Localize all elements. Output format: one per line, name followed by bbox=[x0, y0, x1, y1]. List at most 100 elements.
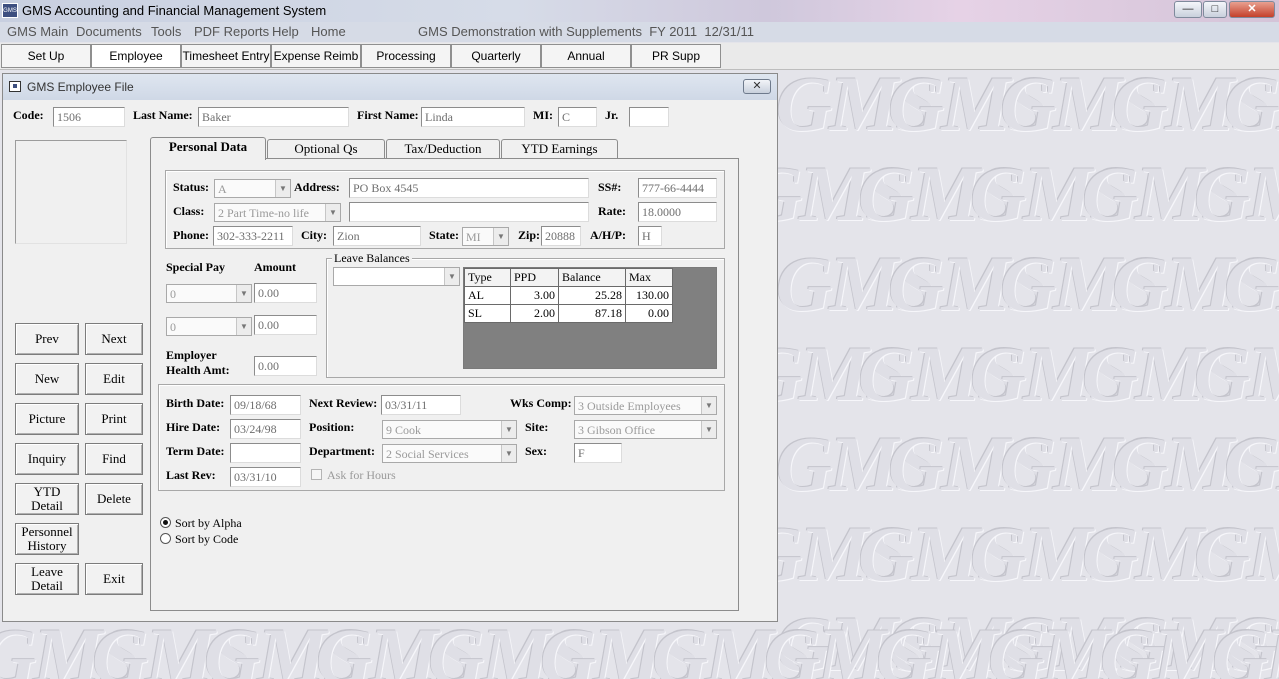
leave-detail-label-2: Detail bbox=[31, 578, 63, 593]
table-row[interactable]: AL 3.00 25.28 130.00 bbox=[464, 286, 673, 305]
picture-button[interactable]: Picture bbox=[15, 403, 79, 435]
timesheet-entry-button[interactable]: Timesheet Entry bbox=[181, 44, 271, 68]
tab-tax-deduction[interactable]: Tax/Deduction bbox=[386, 139, 500, 159]
delete-button[interactable]: Delete bbox=[85, 483, 143, 515]
new-button[interactable]: New bbox=[15, 363, 79, 395]
phone-field[interactable]: 302-333-2211 bbox=[213, 226, 293, 246]
sex-field[interactable]: F bbox=[574, 443, 622, 463]
next-review-field[interactable]: 03/31/11 bbox=[381, 395, 461, 415]
special-pay-2-dropdown[interactable]: 0 ▼ bbox=[166, 317, 252, 336]
exit-button[interactable]: Exit bbox=[85, 563, 143, 595]
phone-label: Phone: bbox=[173, 228, 209, 242]
chevron-down-icon: ▼ bbox=[493, 228, 508, 245]
status-value: A bbox=[218, 182, 227, 196]
mi-field[interactable]: C bbox=[558, 107, 597, 127]
site-dropdown[interactable]: 3 Gibson Office ▼ bbox=[574, 420, 717, 439]
menu-home[interactable]: Home bbox=[311, 24, 346, 39]
jr-label: Jr. bbox=[605, 108, 619, 122]
department-dropdown[interactable]: 2 Social Services ▼ bbox=[382, 444, 517, 463]
window-title-bar: GMS GMS Accounting and Financial Managem… bbox=[0, 0, 1279, 22]
next-button[interactable]: Next bbox=[85, 323, 143, 355]
edit-label: Edit bbox=[103, 371, 125, 386]
prev-button[interactable]: Prev bbox=[15, 323, 79, 355]
maximize-button[interactable]: □ bbox=[1203, 1, 1227, 18]
dialog-title: GMS Employee File bbox=[27, 80, 134, 94]
exit-label: Exit bbox=[103, 571, 125, 586]
annual-button[interactable]: Annual bbox=[541, 44, 631, 68]
last-rev-field[interactable]: 03/31/10 bbox=[230, 467, 301, 487]
find-button[interactable]: Find bbox=[85, 443, 143, 475]
first-name-label: First Name: bbox=[357, 108, 419, 122]
menu-documents[interactable]: Documents bbox=[76, 24, 142, 39]
employee-button[interactable]: Employee bbox=[91, 44, 181, 68]
table-row[interactable]: SL 2.00 87.18 0.00 bbox=[464, 304, 673, 323]
ask-for-hours-checkbox[interactable] bbox=[311, 469, 322, 480]
app-icon: GMS bbox=[2, 3, 18, 18]
wks-comp-dropdown[interactable]: 3 Outside Employees ▼ bbox=[574, 396, 717, 415]
quarterly-button[interactable]: Quarterly bbox=[451, 44, 541, 68]
col-max: Max bbox=[625, 268, 673, 287]
special-pay-label: Special Pay bbox=[166, 260, 225, 274]
leave-detail-label-1: Leave bbox=[31, 564, 63, 579]
print-button[interactable]: Print bbox=[85, 403, 143, 435]
hire-date-field[interactable]: 03/24/98 bbox=[230, 419, 301, 439]
term-date-field[interactable] bbox=[230, 443, 301, 463]
birth-date-field[interactable]: 09/18/68 bbox=[230, 395, 301, 415]
state-dropdown[interactable]: MI ▼ bbox=[462, 227, 509, 246]
menu-help[interactable]: Help bbox=[272, 24, 299, 39]
special-pay-1-amount[interactable]: 0.00 bbox=[254, 283, 317, 303]
menu-gms-main[interactable]: GMS Main bbox=[7, 24, 68, 39]
status-dropdown[interactable]: A ▼ bbox=[214, 179, 291, 198]
processing-button[interactable]: Processing bbox=[361, 44, 451, 68]
sort-by-alpha-radio[interactable] bbox=[160, 517, 171, 528]
rate-field[interactable]: 18.0000 bbox=[638, 202, 717, 222]
sex-label: Sex: bbox=[525, 444, 547, 458]
chevron-down-icon: ▼ bbox=[501, 421, 516, 438]
cell-ppd: 3.00 bbox=[510, 286, 559, 305]
sort-by-code-radio[interactable] bbox=[160, 533, 171, 544]
address-line1-field[interactable]: PO Box 4545 bbox=[349, 178, 589, 198]
edit-button[interactable]: Edit bbox=[85, 363, 143, 395]
site-label: Site: bbox=[525, 420, 549, 434]
menu-tools[interactable]: Tools bbox=[151, 24, 181, 39]
state-value: MI bbox=[466, 230, 481, 244]
chevron-down-icon: ▼ bbox=[275, 180, 290, 197]
pr-supp-button[interactable]: PR Supp bbox=[631, 44, 721, 68]
inquiry-button[interactable]: Inquiry bbox=[15, 443, 79, 475]
leave-type-dropdown[interactable]: ▼ bbox=[333, 267, 460, 286]
picture-label: Picture bbox=[28, 411, 66, 426]
expense-reimb-button[interactable]: Expense Reimb bbox=[271, 44, 361, 68]
menu-pdf-reports[interactable]: PDF Reports bbox=[194, 24, 269, 39]
status-label: Status: bbox=[173, 180, 210, 194]
ahp-field[interactable]: H bbox=[638, 226, 662, 246]
zip-field[interactable]: 20888 bbox=[541, 226, 581, 246]
window-icon bbox=[9, 81, 21, 92]
personnel-history-label-2: History bbox=[27, 538, 67, 553]
address-line2-field[interactable] bbox=[349, 202, 589, 222]
dialog-close-button[interactable]: ✕ bbox=[743, 79, 771, 94]
table-header-row: Type PPD Balance Max bbox=[464, 268, 673, 287]
tab-ytd-earnings[interactable]: YTD Earnings bbox=[501, 139, 618, 159]
ssn-field[interactable]: 777-66-4444 bbox=[638, 178, 717, 198]
city-field[interactable]: Zion bbox=[333, 226, 421, 246]
employer-health-amount[interactable]: 0.00 bbox=[254, 356, 317, 376]
last-rev-label: Last Rev: bbox=[166, 468, 216, 482]
minimize-button[interactable]: — bbox=[1174, 1, 1202, 18]
position-dropdown[interactable]: 9 Cook ▼ bbox=[382, 420, 517, 439]
tab-optional-qs[interactable]: Optional Qs bbox=[267, 139, 385, 159]
tab-personal-data[interactable]: Personal Data bbox=[150, 137, 266, 160]
first-name-field[interactable]: Linda bbox=[421, 107, 525, 127]
code-field[interactable]: 1506 bbox=[53, 107, 125, 127]
ask-for-hours-label: Ask for Hours bbox=[327, 468, 396, 482]
close-button[interactable]: ✕ bbox=[1229, 1, 1275, 18]
jr-field[interactable] bbox=[629, 107, 669, 127]
ytd-detail-button[interactable]: YTD Detail bbox=[15, 483, 79, 515]
personnel-history-button[interactable]: Personnel History bbox=[15, 523, 79, 555]
setup-button[interactable]: Set Up bbox=[1, 44, 91, 68]
leave-balances-table: Type PPD Balance Max AL 3.00 25.28 130.0… bbox=[464, 268, 673, 323]
last-name-field[interactable]: Baker bbox=[198, 107, 349, 127]
special-pay-1-dropdown[interactable]: 0 ▼ bbox=[166, 284, 252, 303]
leave-detail-button[interactable]: Leave Detail bbox=[15, 563, 79, 595]
class-dropdown[interactable]: 2 Part Time-no life ▼ bbox=[214, 203, 341, 222]
special-pay-2-amount[interactable]: 0.00 bbox=[254, 315, 317, 335]
